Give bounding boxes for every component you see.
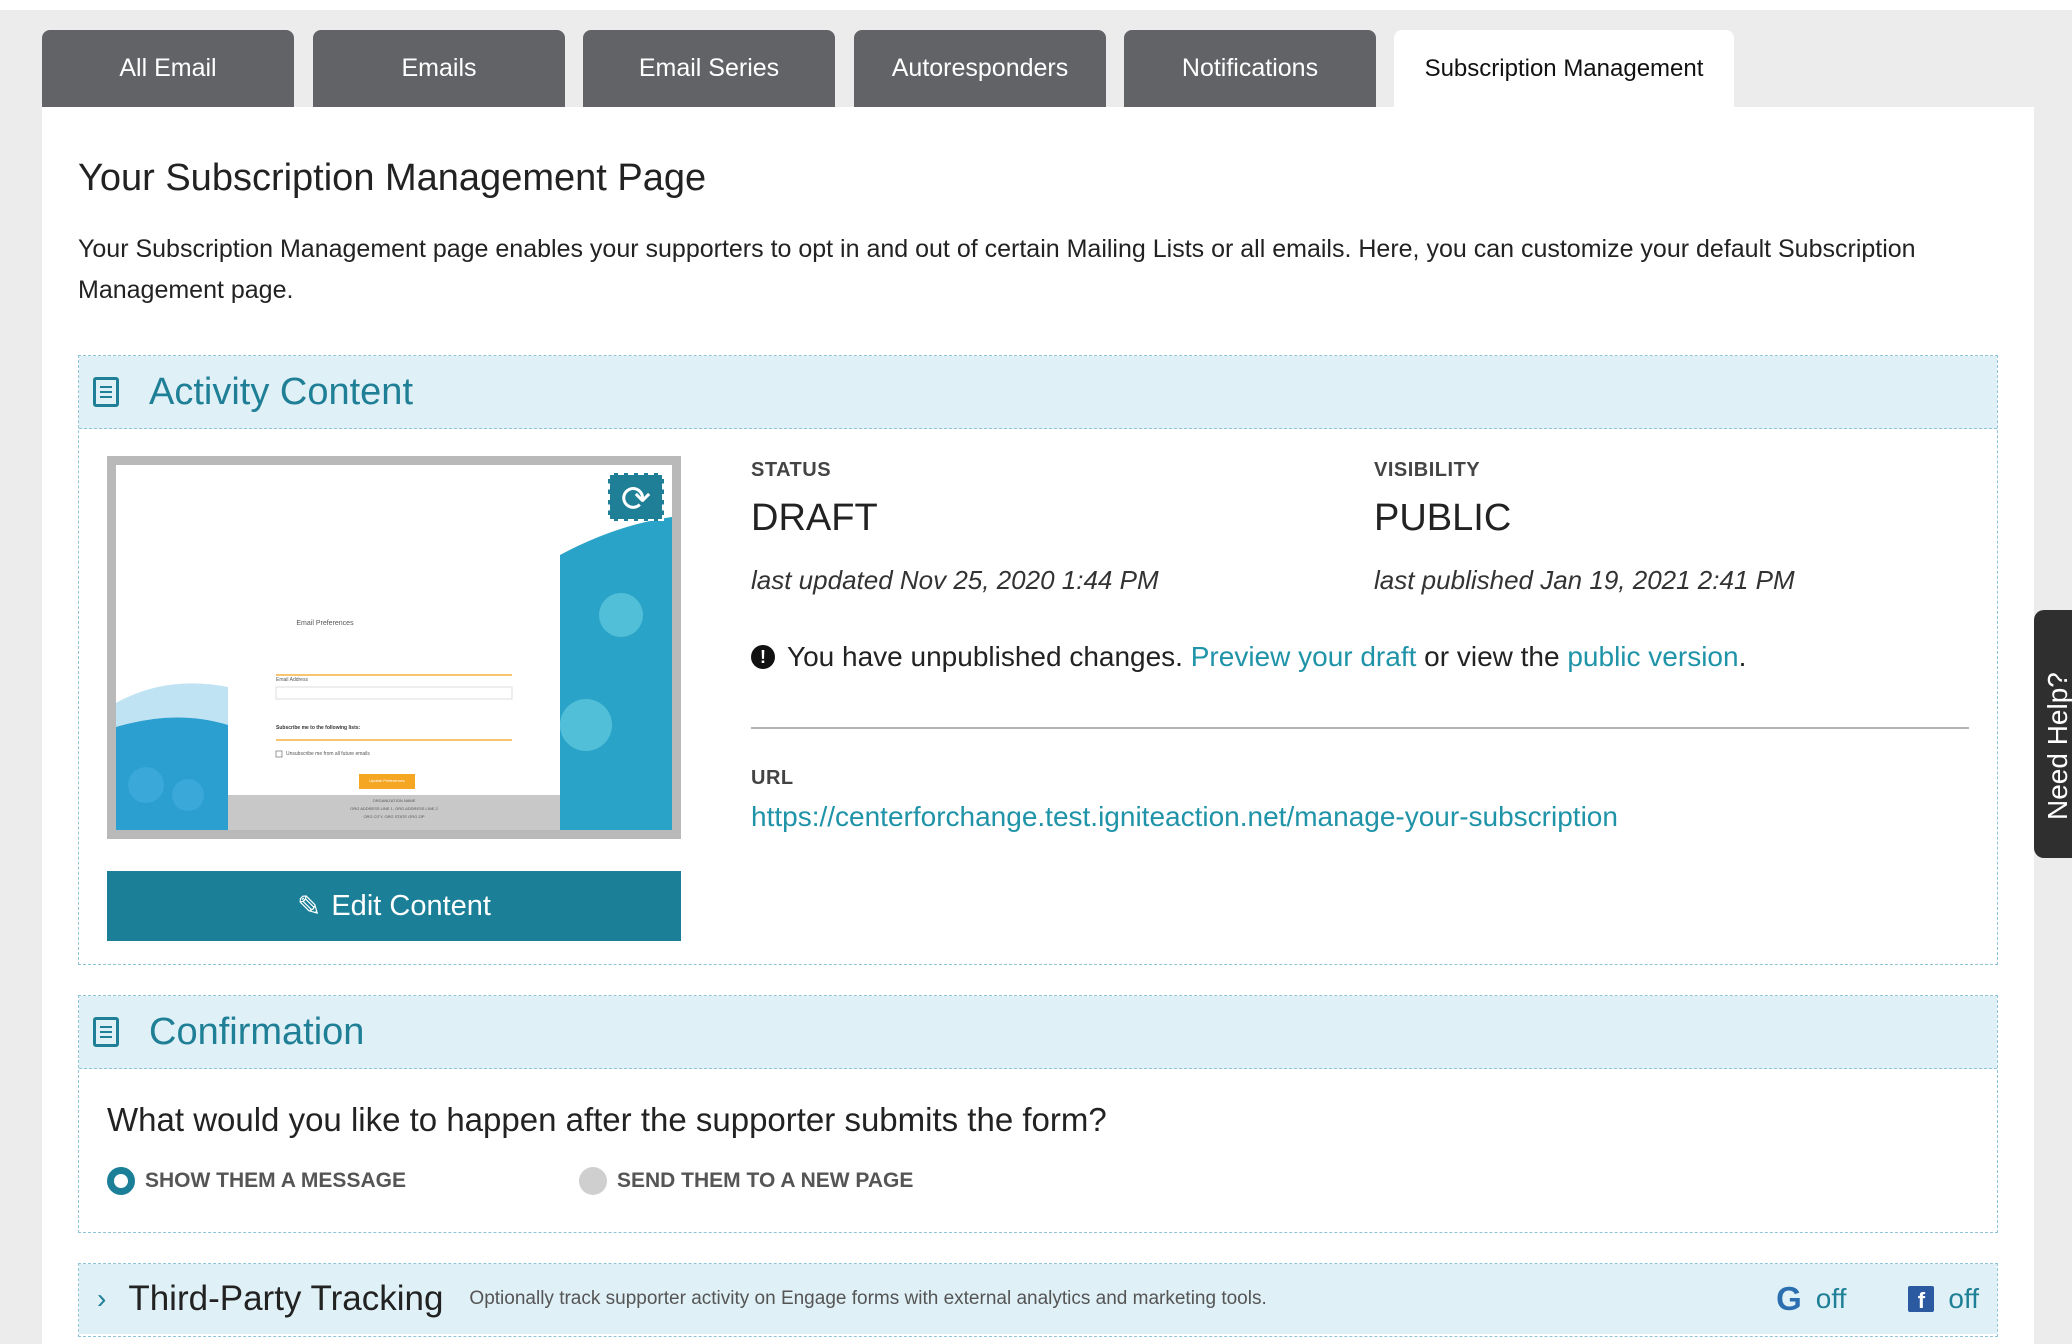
confirmation-title: Confirmation [149,1010,365,1053]
preview-button-label: Update Preferences [369,778,405,783]
status-value: DRAFT [751,497,878,539]
preview-list-label: Subscribe me to the following lists: [276,725,361,731]
preview-heading: Email Preferences [296,620,354,627]
notice-text: You have unpublished changes. [787,641,1183,672]
tab-all-email[interactable]: All Email [42,30,294,107]
notice-mid-text: or view the [1424,641,1560,672]
activity-content-header: Activity Content [79,356,1997,429]
visibility-label: VISIBILITY [1374,459,1481,481]
notice-end-text: . [1738,641,1747,672]
url-label: URL [751,767,794,789]
radio-new-page-label: SEND THEM TO A NEW PAGE [617,1169,914,1192]
tab-email-series[interactable]: Email Series [583,30,835,107]
refresh-icon[interactable]: ⟳ [608,473,664,521]
top-strip [0,0,2072,10]
tab-autoresponders[interactable]: Autoresponders [854,30,1106,107]
last-published: last published Jan 19, 2021 2:41 PM [1374,565,1795,595]
third-party-tracking-header[interactable]: › Third-Party Tracking Optionally track … [79,1264,1997,1334]
visibility-value: PUBLIC [1374,497,1512,539]
alert-icon: ! [751,645,775,669]
edit-content-button[interactable]: ✎ Edit Content [107,871,681,941]
confirmation-section: Confirmation What would you like to happ… [78,995,1998,1233]
confirmation-question: What would you like to happen after the … [107,1101,1107,1138]
preview-checkbox-label: Unsubscribe me from all future emails [286,751,370,757]
google-status: off [1815,1283,1847,1314]
need-help-tab[interactable]: Need Help? [2034,610,2072,858]
page-title: Your Subscription Management Page [78,157,707,199]
radio-selected-icon [107,1167,135,1195]
document-icon [93,1017,119,1047]
document-icon [93,377,119,407]
status-label: STATUS [751,459,832,481]
activity-content-section: Activity Content Email Preferences Email… [78,355,1998,965]
third-party-tracking-title: Third-Party Tracking [128,1279,444,1318]
edit-content-label: Edit Content [331,889,491,922]
radio-unselected-icon [579,1167,607,1195]
page-description: Your Subscription Management page enable… [78,235,1916,304]
tab-subscription-management[interactable]: Subscription Management [1394,30,1734,107]
google-icon: G [1776,1280,1802,1317]
preview-footer: ORGANIZATION NAME ORG ADDRESS LINE 1, OR… [228,797,560,821]
facebook-icon: f [1908,1286,1935,1313]
tab-emails[interactable]: Emails [313,30,565,107]
activity-content-title: Activity Content [149,370,413,413]
radio-show-message-label: SHOW THEM A MESSAGE [145,1169,406,1192]
chevron-right-icon: › [97,1283,107,1314]
radio-new-page[interactable]: SEND THEM TO A NEW PAGE [579,1167,913,1195]
radio-show-message[interactable]: SHOW THEM A MESSAGE [107,1167,406,1195]
last-updated: last updated Nov 25, 2020 1:44 PM [751,565,1159,595]
tab-notifications[interactable]: Notifications [1124,30,1376,107]
public-version-link[interactable]: public version [1567,641,1738,672]
page-url-link[interactable]: https://centerforchange.test.igniteactio… [751,801,1618,833]
pencil-icon: ✎ [297,890,322,923]
preview-background-art [116,517,672,830]
main-panel: Your Subscription Management Page Your S… [42,107,2034,1344]
third-party-tracking-section[interactable]: › Third-Party Tracking Optionally track … [78,1263,1998,1337]
confirmation-header: Confirmation [79,996,1997,1069]
preview-footer-line: ORG ADDRESS LINE 1, ORG ADDRESS LINE 2 [350,806,438,811]
preview-footer-line: ORGANIZATION NAME [372,798,416,803]
facebook-status: off [1948,1283,1979,1314]
divider [751,727,1969,729]
preview-footer-line: ORG CITY, ORG STATE ORG ZIP [363,814,425,819]
preview-draft-link[interactable]: Preview your draft [1191,641,1417,672]
page-preview-thumbnail[interactable]: Email Preferences Email Address Subscrib… [107,456,681,839]
unpublished-notice: ! You have unpublished changes. Preview … [751,641,1746,673]
preview-field-label: Email Address [276,677,308,683]
need-help-label: Need Help? [2042,672,2072,820]
third-party-tracking-subtitle: Optionally track supporter activity on E… [469,1288,1267,1309]
